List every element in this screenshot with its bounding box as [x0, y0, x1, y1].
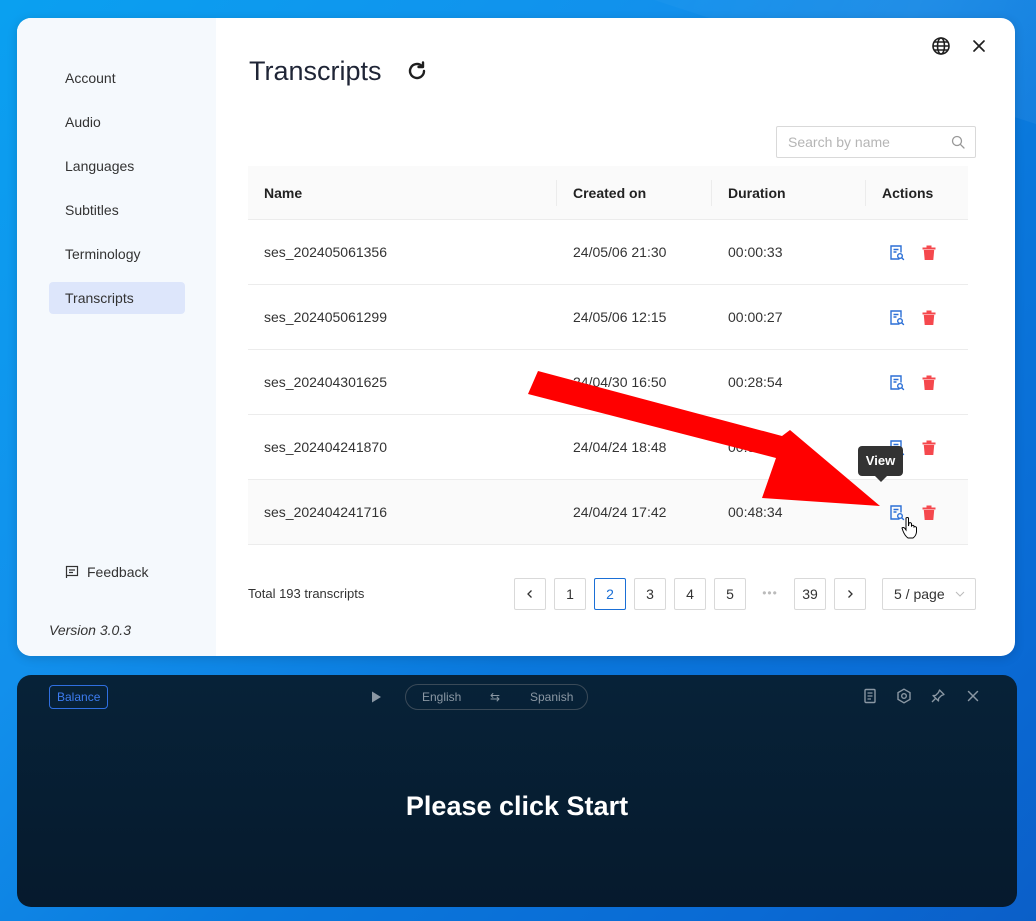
cell-name: ses_202404241716	[264, 504, 388, 520]
column-header-name[interactable]: Name	[264, 185, 302, 201]
cell-created: 24/04/24 17:42	[573, 504, 667, 520]
target-language[interactable]: Spanish	[530, 685, 573, 709]
sidebar-item-account[interactable]: Account	[49, 62, 185, 94]
table-header: Name Created on Duration Actions	[248, 166, 968, 220]
sidebar-item-terminology[interactable]: Terminology	[49, 238, 185, 270]
page-title: Transcripts	[249, 56, 382, 86]
live-translation-widget: Balance English ⇆ Spanish Please click S…	[17, 675, 1017, 907]
page-last-button[interactable]: 39	[794, 578, 826, 610]
document-icon[interactable]	[862, 688, 878, 704]
search-input[interactable]	[777, 127, 937, 157]
cell-name: ses_202404241870	[264, 439, 388, 455]
cell-created: 24/05/06 12:15	[573, 309, 667, 325]
column-divider	[711, 180, 712, 206]
cell-created: 24/04/30 16:50	[573, 374, 667, 390]
sidebar: Account Audio Languages Subtitles Termin…	[17, 18, 216, 656]
refresh-icon[interactable]	[405, 59, 429, 83]
transcripts-table: Name Created on Duration Actions ses_202…	[248, 166, 968, 545]
column-header-duration[interactable]: Duration	[728, 185, 786, 201]
cell-created: 24/05/06 21:30	[573, 244, 667, 260]
widget-close-icon[interactable]	[965, 688, 981, 704]
sidebar-item-languages[interactable]: Languages	[49, 150, 185, 182]
source-language[interactable]: English	[422, 685, 461, 709]
chevron-down-icon	[955, 591, 965, 597]
main-content: Transcripts Name Created on	[216, 18, 1015, 656]
total-count: Total 193 transcripts	[248, 586, 365, 601]
column-divider	[556, 180, 557, 206]
table-row[interactable]: ses_202404301625 24/04/30 16:50 00:28:54	[248, 350, 968, 415]
page-size-value: 5 / page	[894, 586, 945, 602]
search-icon[interactable]	[951, 135, 965, 149]
search-field	[776, 126, 976, 158]
chevron-right-icon	[848, 590, 853, 598]
cell-name: ses_202404301625	[264, 374, 388, 390]
version-text: Version 3.0.3	[49, 622, 131, 638]
delete-icon[interactable]	[920, 439, 938, 457]
table-row[interactable]: ses_202404241716 24/04/24 17:42 00:48:34	[248, 480, 968, 545]
column-divider	[865, 180, 866, 206]
status-message: Please click Start	[405, 791, 629, 821]
delete-icon[interactable]	[920, 309, 938, 327]
cell-name: ses_202405061356	[264, 244, 388, 260]
cell-name: ses_202405061299	[264, 309, 388, 325]
settings-window: Account Audio Languages Subtitles Termin…	[17, 18, 1015, 656]
page-3-button[interactable]: 3	[634, 578, 666, 610]
settings-icon[interactable]	[896, 688, 912, 704]
cell-created: 24/04/24 18:48	[573, 439, 667, 455]
page-1-button[interactable]: 1	[554, 578, 586, 610]
play-icon[interactable]	[369, 690, 383, 704]
cell-duration: 00:00:27	[728, 309, 783, 325]
feedback-icon	[65, 565, 79, 578]
column-header-created[interactable]: Created on	[573, 185, 646, 201]
language-selector[interactable]: English ⇆ Spanish	[405, 684, 588, 710]
pin-icon[interactable]	[930, 688, 946, 704]
chevron-left-icon	[527, 590, 532, 598]
cell-duration: 00:48:34	[728, 504, 783, 520]
page-2-button[interactable]: 2	[594, 578, 626, 610]
next-page-button[interactable]	[834, 578, 866, 610]
delete-icon[interactable]	[920, 504, 938, 522]
cell-duration: 00:39:44	[728, 439, 783, 455]
delete-icon[interactable]	[920, 374, 938, 392]
view-icon[interactable]	[888, 374, 906, 392]
page-4-button[interactable]: 4	[674, 578, 706, 610]
view-tooltip: View	[858, 446, 903, 482]
view-icon[interactable]	[888, 244, 906, 262]
page-size-select[interactable]: 5 / page	[882, 578, 976, 610]
cell-duration: 00:28:54	[728, 374, 783, 390]
cell-duration: 00:00:33	[728, 244, 783, 260]
swap-languages-icon[interactable]: ⇆	[490, 685, 500, 709]
page-5-button[interactable]: 5	[714, 578, 746, 610]
prev-page-button[interactable]	[514, 578, 546, 610]
sidebar-item-subtitles[interactable]: Subtitles	[49, 194, 185, 226]
jump-next-button[interactable]: •••	[754, 578, 786, 608]
hand-cursor-icon	[901, 517, 917, 539]
view-icon[interactable]	[888, 309, 906, 327]
column-header-actions: Actions	[882, 184, 934, 201]
feedback-label: Feedback	[87, 564, 149, 580]
table-row[interactable]: ses_202405061299 24/05/06 12:15 00:00:27	[248, 285, 968, 350]
sidebar-item-transcripts[interactable]: Transcripts	[49, 282, 185, 314]
globe-icon[interactable]	[930, 35, 952, 57]
delete-icon[interactable]	[920, 244, 938, 262]
mode-badge[interactable]: Balance	[49, 685, 109, 709]
sidebar-item-audio[interactable]: Audio	[49, 106, 185, 138]
feedback-button[interactable]: Feedback	[65, 560, 148, 584]
close-icon[interactable]	[968, 35, 990, 57]
table-row[interactable]: ses_202405061356 24/05/06 21:30 00:00:33	[248, 220, 968, 285]
